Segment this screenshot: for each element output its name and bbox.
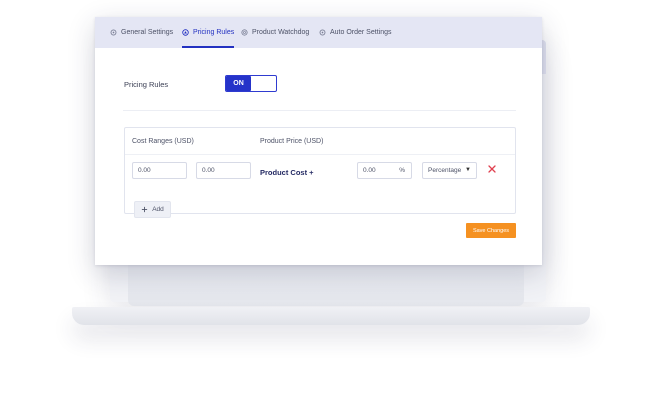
tab-auto-order-settings[interactable]: Auto Order Settings (319, 17, 391, 48)
header-divider (125, 154, 515, 155)
caret-down-icon: ▼ (465, 167, 471, 173)
cost-ranges-header: Cost Ranges (USD) (132, 138, 194, 145)
pricing-rules-panel: Cost Ranges (USD) Product Price (USD) 0.… (124, 127, 516, 218)
markup-value: 0.00 (363, 167, 376, 174)
tab-label: Auto Order Settings (330, 29, 392, 36)
tab-label: General Settings (121, 29, 174, 36)
add-range-button[interactable]: Add (134, 201, 171, 218)
pricing-rules-toggle[interactable]: ON (225, 75, 277, 92)
save-changes-button[interactable]: Save Changes (466, 223, 516, 238)
settings-window: General Settings Pricing Rules Product W… (95, 17, 542, 265)
tab-label: Product Watchdog (252, 29, 310, 36)
device-mockup-base (72, 307, 590, 325)
pricing-icon (182, 29, 189, 36)
watchdog-icon (241, 29, 248, 36)
markup-unit: % (399, 167, 405, 174)
cost-max-input[interactable]: 0.00 (196, 162, 251, 179)
add-button-label: Add (152, 206, 164, 213)
plus-icon (142, 206, 148, 213)
cost-min-input[interactable]: 0.00 (132, 162, 187, 179)
device-mockup-stand (128, 262, 524, 306)
tab-general-settings[interactable]: General Settings (110, 17, 173, 48)
tab-pricing-rules[interactable]: Pricing Rules (182, 17, 235, 48)
product-price-header: Product Price (USD) (260, 138, 324, 145)
product-cost-label: Product Cost + (260, 168, 314, 177)
toggle-state-label: ON (226, 76, 251, 91)
gear-icon (110, 29, 117, 36)
markup-type-select[interactable]: Percentage ▼ (422, 162, 477, 179)
tab-bar: General Settings Pricing Rules Product W… (95, 17, 542, 48)
section-divider (123, 110, 516, 111)
tab-label: Pricing Rules (193, 29, 235, 36)
delete-row-icon[interactable] (486, 163, 498, 175)
gear-icon (319, 29, 326, 36)
pricing-rules-label: Pricing Rules (124, 80, 169, 89)
markup-type-value: Percentage (428, 167, 462, 174)
markup-value-input[interactable]: 0.00 % (357, 162, 412, 179)
tab-product-watchdog[interactable]: Product Watchdog (241, 17, 309, 48)
